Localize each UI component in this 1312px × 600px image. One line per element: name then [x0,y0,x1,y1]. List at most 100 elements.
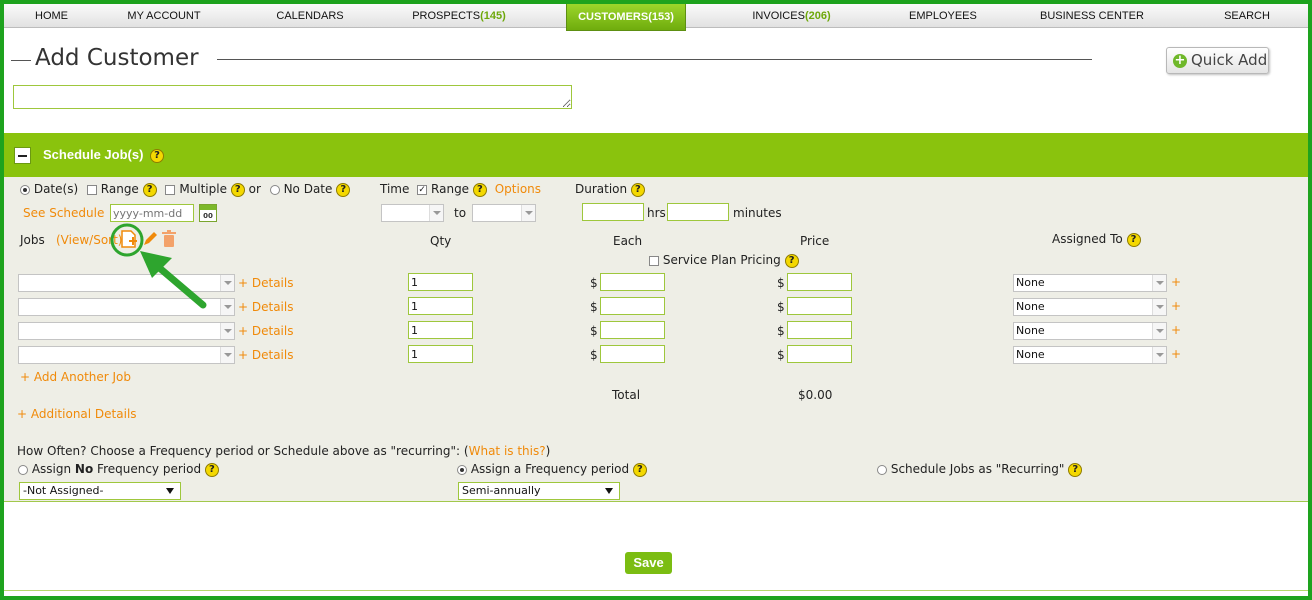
page-title: Add Customer [35,45,199,71]
assigned-select[interactable]: None [1013,298,1167,316]
qty-input[interactable] [408,273,473,291]
footer-divider [4,590,1308,591]
nav-calendars[interactable]: CALENDARS [274,4,346,28]
time-start-select[interactable] [381,204,444,222]
currency-symbol: $ [777,276,785,290]
currency-symbol: $ [590,300,598,314]
checkbox-range[interactable] [86,184,97,195]
see-schedule-link[interactable]: See Schedule [23,206,104,220]
currency-symbol: $ [590,348,598,362]
plus-circle-icon: + [1173,53,1187,68]
quick-add-button[interactable]: + Quick Add [1166,47,1269,74]
notes-textarea[interactable] [13,85,572,109]
help-icon[interactable]: ? [472,182,487,197]
checkbox-time-range[interactable]: ✓ [417,184,428,195]
qty-input[interactable] [408,321,473,339]
title-rule-left [11,60,31,61]
job-select[interactable] [18,346,235,364]
assigned-select[interactable]: None [1013,322,1167,340]
add-assignee-plus[interactable]: + [1171,323,1181,337]
title-rule-right [217,59,1092,60]
annotation-circle [110,223,144,257]
checkbox-service-plan[interactable] [649,255,659,266]
nav-invoices[interactable]: INVOICES(206) [749,4,834,28]
each-input[interactable] [600,273,665,291]
nav-employees[interactable]: EMPLOYEES [909,4,977,28]
radio-no-frequency[interactable] [18,464,28,475]
radio-assign-frequency[interactable] [457,464,467,475]
time-end-select[interactable] [472,204,536,222]
add-assignee-plus[interactable]: + [1171,347,1181,361]
each-input[interactable] [600,297,665,315]
help-icon[interactable]: ? [230,182,245,197]
each-input[interactable] [600,345,665,363]
nav-prospects[interactable]: PROSPECTS(145) [409,4,509,28]
nav-my-account[interactable]: MY ACCOUNT [120,4,208,28]
assign-no-frequency: Assign No Frequency period ? [18,462,219,477]
annotation-arrow [110,223,207,309]
options-link[interactable]: Options [495,182,541,196]
help-icon[interactable]: ? [336,182,351,197]
how-often-text: How Often? Choose a Frequency period or … [17,444,551,458]
help-icon[interactable]: ? [1068,462,1083,477]
nav-search[interactable]: SEARCH [1222,4,1272,28]
price-input[interactable] [787,345,852,363]
total-label: Total [612,388,641,402]
help-icon[interactable]: ? [142,182,157,197]
nav-home[interactable]: HOME [24,4,79,28]
save-button[interactable]: Save [625,552,672,574]
checkbox-multiple[interactable] [165,184,176,195]
qty-input[interactable] [408,345,473,363]
radio-no-date[interactable] [269,184,280,195]
service-plan-pricing: Service Plan Pricing ? [649,253,799,268]
add-another-job-link[interactable]: + Add Another Job [20,370,131,384]
duration-hours-input[interactable] [582,203,644,221]
frequency-select[interactable]: Semi-annually [458,482,620,500]
job-select[interactable] [18,322,235,340]
total-value: $0.00 [798,388,833,402]
add-assignee-plus[interactable]: + [1171,299,1181,313]
schedule-recurring: Schedule Jobs as "Recurring" ? [877,462,1083,477]
time-options: Time ✓ Range ? Options [380,182,542,197]
date-type-options: Date(s) Range ? Multiple ? or No Date ? [20,182,351,197]
col-assigned-to: Assigned To ? [1052,232,1141,247]
duration-minutes-input[interactable] [667,203,729,221]
price-input[interactable] [787,273,852,291]
radio-dates[interactable] [20,184,30,195]
assigned-select[interactable]: None [1013,274,1167,292]
help-icon[interactable]: ? [630,182,645,197]
what-is-this-link[interactable]: What is this? [469,444,546,458]
add-assignee-plus[interactable]: + [1171,275,1181,289]
assigned-select[interactable]: None [1013,346,1167,364]
collapse-minus-icon[interactable] [14,147,31,164]
not-assigned-select[interactable]: -Not Assigned- [19,482,181,500]
currency-symbol: $ [777,348,785,362]
price-input[interactable] [787,297,852,315]
details-link[interactable]: + Details [238,348,293,362]
currency-symbol: $ [777,324,785,338]
price-input[interactable] [787,321,852,339]
schedule-panel-title: Schedule Job(s) ? [43,147,165,163]
details-link[interactable]: + Details [238,276,293,290]
nav-business-center[interactable]: BUSINESS CENTER [1040,4,1144,28]
currency-symbol: $ [590,276,598,290]
help-icon[interactable]: ? [150,148,165,163]
additional-details-link[interactable]: + Additional Details [17,407,137,421]
hrs-label: hrs [647,206,666,220]
help-icon[interactable]: ? [204,462,219,477]
top-nav: HOME MY ACCOUNT CALENDARS PROSPECTS(145)… [4,4,1308,31]
currency-symbol: $ [777,300,785,314]
details-link[interactable]: + Details [238,324,293,338]
help-icon[interactable]: ? [784,253,799,268]
assign-frequency: Assign a Frequency period ? [457,462,647,477]
radio-recurring[interactable] [877,464,887,475]
help-icon[interactable]: ? [632,462,647,477]
schedule-panel-header: Schedule Job(s) ? [4,133,1308,177]
details-link[interactable]: + Details [238,300,293,314]
each-input[interactable] [600,321,665,339]
qty-input[interactable] [408,297,473,315]
jobs-label: Jobs [20,233,45,247]
col-each: Each [613,234,643,248]
nav-customers[interactable]: CUSTOMERS(153) [566,4,686,31]
help-icon[interactable]: ? [1126,232,1141,247]
